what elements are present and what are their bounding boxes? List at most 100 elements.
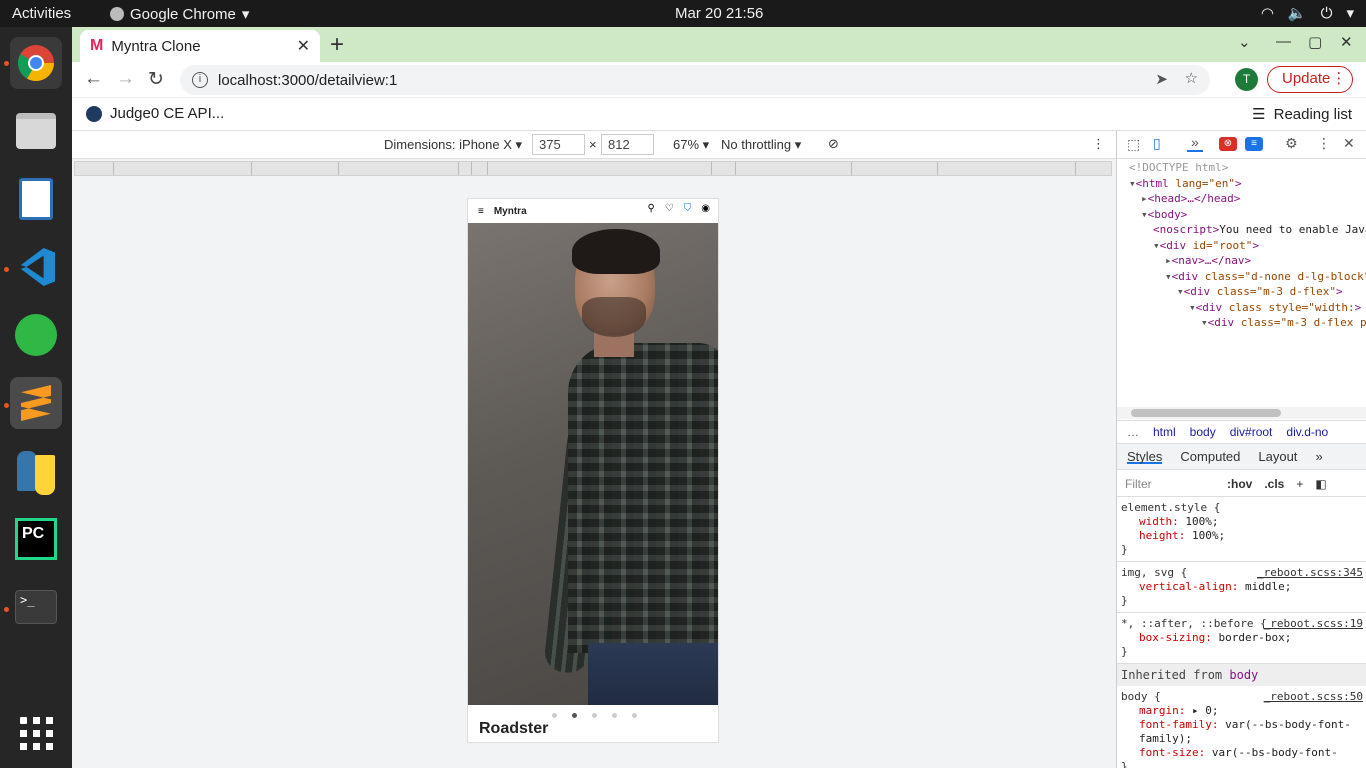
- bookmark-star-icon[interactable]: ☆: [1185, 69, 1198, 87]
- carousel-dot[interactable]: [612, 713, 617, 718]
- messages-badge-icon[interactable]: ≡: [1245, 137, 1263, 151]
- forward-icon[interactable]: →: [116, 68, 135, 90]
- new-tab-button[interactable]: +: [330, 31, 344, 59]
- tab-layout[interactable]: Layout: [1258, 449, 1297, 464]
- tab-search-icon[interactable]: ⌄: [1238, 33, 1251, 51]
- dom-node[interactable]: ▾<div class="m-3 d-flex">: [1117, 284, 1366, 300]
- search-icon[interactable]: ⚲: [647, 203, 654, 214]
- hov-toggle[interactable]: :hov: [1227, 477, 1252, 491]
- files-icon[interactable]: [10, 105, 62, 157]
- more-options-icon[interactable]: ⋮: [1092, 136, 1105, 152]
- clock[interactable]: Mar 20 21:56: [675, 5, 763, 22]
- zoom-select[interactable]: 67% ▾: [673, 137, 709, 153]
- breadcrumb-item[interactable]: div#root: [1230, 425, 1273, 439]
- tab-computed[interactable]: Computed: [1180, 449, 1240, 464]
- bookmark-judge0[interactable]: Judge0 CE API...: [86, 105, 224, 122]
- tab-styles[interactable]: Styles: [1127, 449, 1163, 464]
- dom-node[interactable]: ▸<nav>…</nav>: [1117, 253, 1366, 269]
- css-source-link[interactable]: _reboot.scss:19: [1264, 617, 1363, 631]
- new-rule-icon[interactable]: +: [1296, 477, 1303, 491]
- pycharm-icon[interactable]: PC: [10, 513, 62, 565]
- update-button[interactable]: Update ⋮: [1267, 66, 1354, 93]
- cls-toggle[interactable]: .cls: [1264, 477, 1284, 491]
- system-tray[interactable]: ◠ 🔈 ⏻ ▾: [1261, 4, 1354, 23]
- more-tabs-icon[interactable]: »: [1187, 134, 1203, 152]
- css-declaration[interactable]: font-size: var(--bs-body-font-: [1121, 746, 1363, 760]
- dom-node[interactable]: ▾<div class="d-none d-lg-block">: [1117, 269, 1366, 285]
- dom-node[interactable]: ▾<div id="root">: [1117, 238, 1366, 254]
- css-declaration[interactable]: width: 100%;: [1121, 515, 1363, 529]
- css-declaration[interactable]: box-sizing: border-box;: [1121, 631, 1363, 645]
- product-image[interactable]: [468, 223, 718, 705]
- css-rule[interactable]: body {_reboot.scss:50 margin: ▸ 0; font-fa…: [1117, 686, 1366, 768]
- errors-badge-icon[interactable]: ⊗: [1219, 137, 1237, 151]
- settings-gear-icon[interactable]: ⚙: [1285, 135, 1298, 152]
- css-rule[interactable]: *, ::after, ::before {_reboot.scss:19 box…: [1117, 613, 1366, 664]
- dom-node[interactable]: ▾<body>: [1117, 207, 1366, 223]
- carousel-dot[interactable]: [552, 713, 557, 718]
- dom-node[interactable]: <noscript>You need to enable JavaScript …: [1117, 222, 1366, 238]
- dom-node[interactable]: ▾<div class="m-3 d-flex p gap-2 justify-…: [1117, 315, 1366, 331]
- css-rule[interactable]: img, svg {_reboot.scss:345 vertical-align…: [1117, 562, 1366, 613]
- carousel-dot[interactable]: [632, 713, 637, 718]
- rotate-icon[interactable]: ⊘: [828, 136, 839, 152]
- send-icon[interactable]: ➤: [1155, 70, 1168, 88]
- device-toggle-icon[interactable]: ▯: [1153, 135, 1161, 152]
- css-declaration[interactable]: margin: ▸ 0;: [1121, 704, 1363, 718]
- sidebar-toggle-icon[interactable]: ◧: [1315, 477, 1326, 491]
- close-tab-icon[interactable]: ✕: [297, 36, 310, 56]
- close-devtools-icon[interactable]: ✕: [1343, 135, 1355, 152]
- styles-filter-input[interactable]: Filter: [1125, 477, 1152, 491]
- back-icon[interactable]: ←: [84, 68, 103, 90]
- dom-node[interactable]: <!DOCTYPE html>: [1117, 160, 1366, 176]
- css-declaration[interactable]: vertical-align: middle;: [1121, 580, 1363, 594]
- dom-node[interactable]: ▸<head>…</head>: [1117, 191, 1366, 207]
- css-declaration[interactable]: height: 100%;: [1121, 529, 1363, 543]
- wishlist-heart-icon[interactable]: ♡: [665, 203, 674, 214]
- device-dimensions-select[interactable]: Dimensions: iPhone X ▾: [384, 137, 522, 153]
- navbar-brand[interactable]: Myntra: [494, 206, 527, 217]
- sublime-icon[interactable]: [10, 377, 62, 429]
- apps-grid-icon[interactable]: [10, 707, 62, 759]
- css-source-link[interactable]: _reboot.scss:50: [1264, 690, 1363, 704]
- dom-node[interactable]: ▾<html lang="en">: [1117, 176, 1366, 192]
- profile-avatar[interactable]: T: [1235, 68, 1258, 91]
- reading-list-button[interactable]: ☰ Reading list: [1252, 105, 1352, 124]
- breadcrumb-item[interactable]: body: [1190, 425, 1216, 439]
- chrome-icon[interactable]: [10, 37, 62, 89]
- kebab-menu-icon[interactable]: ⋮: [1317, 135, 1331, 152]
- throttling-select[interactable]: No throttling ▾: [721, 137, 801, 153]
- tab-myntra-clone[interactable]: M Myntra Clone ✕: [80, 30, 320, 62]
- reload-icon[interactable]: ↻: [148, 68, 164, 91]
- profile-icon[interactable]: ◉: [701, 203, 710, 214]
- address-bar[interactable]: i localhost:3000/detailview:1 ➤ ☆: [180, 65, 1210, 95]
- maximize-icon[interactable]: ▢: [1308, 33, 1322, 51]
- carousel-dot[interactable]: [592, 713, 597, 718]
- device-width-input[interactable]: 375: [532, 134, 585, 155]
- minimize-icon[interactable]: —: [1276, 33, 1291, 50]
- breadcrumb-overflow[interactable]: …: [1127, 425, 1139, 439]
- close-window-icon[interactable]: ✕: [1340, 33, 1353, 51]
- app-menu[interactable]: Google Chrome ▾: [110, 5, 249, 23]
- whatsapp-icon[interactable]: [10, 309, 62, 361]
- horizontal-scrollbar[interactable]: [1117, 407, 1366, 419]
- breadcrumb-item[interactable]: html: [1153, 425, 1176, 439]
- css-declaration[interactable]: font-family: var(--bs-body-font-family);: [1121, 718, 1363, 746]
- shopping-bag-icon[interactable]: ⛉: [684, 203, 692, 214]
- css-source-link[interactable]: _reboot.scss:345: [1257, 566, 1363, 580]
- dom-node[interactable]: ▾<div class style="width:>: [1117, 300, 1366, 316]
- carousel-dot[interactable]: [572, 713, 577, 718]
- elements-tree[interactable]: <!DOCTYPE html> ▾<html lang="en"> ▸<head>……: [1117, 160, 1366, 406]
- inspect-element-icon[interactable]: ⬚: [1127, 136, 1140, 153]
- media-query-ruler[interactable]: [74, 161, 1112, 176]
- activities-button[interactable]: Activities: [12, 5, 71, 22]
- site-info-icon[interactable]: i: [192, 72, 208, 88]
- hamburger-menu-icon[interactable]: ≡: [478, 206, 484, 217]
- writer-icon[interactable]: [10, 173, 62, 225]
- device-height-input[interactable]: 812: [601, 134, 654, 155]
- css-rule[interactable]: element.style {width: 100%; height: 100%;…: [1117, 497, 1366, 562]
- python-icon[interactable]: [10, 445, 62, 497]
- terminal-icon[interactable]: >_: [10, 581, 62, 633]
- breadcrumb-item[interactable]: div.d-no: [1286, 425, 1328, 439]
- vscode-icon[interactable]: [10, 241, 62, 293]
